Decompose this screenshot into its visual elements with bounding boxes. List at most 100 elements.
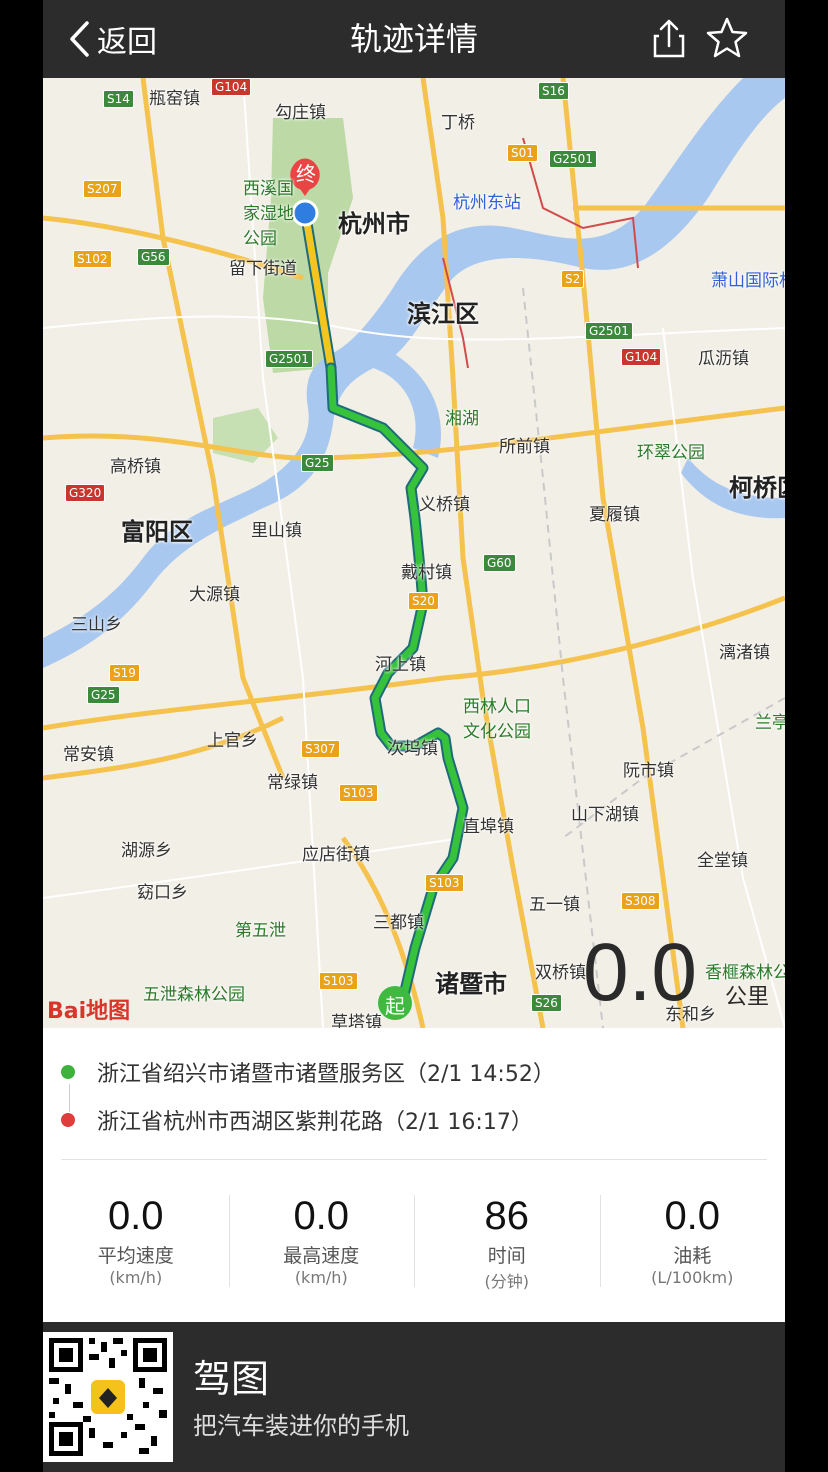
app-name: 驾图 bbox=[193, 1357, 270, 1401]
map-label-kehao: 柯桥区 bbox=[729, 474, 785, 502]
end-dot-icon bbox=[61, 1113, 75, 1127]
map-label-gouzhuang: 勾庄镇 bbox=[275, 103, 326, 123]
stat-unit: (分钟) bbox=[484, 1272, 530, 1291]
map-label-shanxiahu: 山下湖镇 bbox=[571, 805, 639, 825]
star-icon[interactable] bbox=[705, 16, 749, 60]
distance-readout: 0.0 公里 bbox=[583, 927, 769, 1018]
map-label-changan: 常安镇 bbox=[63, 745, 114, 765]
map-label-yiqiao: 义桥镇 bbox=[419, 495, 470, 515]
road-shield: S20 bbox=[408, 592, 439, 610]
map-label-caota: 草塔镇 bbox=[331, 1013, 382, 1028]
road-shield: G25 bbox=[87, 686, 120, 704]
map-label-fuyang: 富阳区 bbox=[121, 518, 193, 546]
map-label-east-station: 杭州东站 bbox=[453, 193, 521, 213]
map-label-binjiang: 滨江区 bbox=[407, 300, 479, 328]
promo-footer: 驾图 把汽车装进你的手机 bbox=[43, 1322, 785, 1472]
map-label-yingdian: 应店街镇 bbox=[302, 845, 370, 865]
stat-unit: (km/h) bbox=[109, 1268, 163, 1287]
map-label-dingqiao: 丁桥 bbox=[441, 113, 475, 133]
end-location: 浙江省杭州市西湖区紫荆花路 （2/1 16:17） bbox=[61, 1104, 533, 1136]
stat-max-speed: 0.0 最高速度 (km/h) bbox=[228, 1193, 415, 1293]
stat-unit: (L/100km) bbox=[651, 1268, 734, 1287]
road-shield: S103 bbox=[339, 784, 378, 802]
map-label-huyuan: 湖源乡 bbox=[121, 841, 172, 861]
stat-label: 平均速度 bbox=[97, 1245, 174, 1267]
map-label-ruanshi: 阮市镇 bbox=[623, 761, 674, 781]
road-shield: S207 bbox=[83, 180, 122, 198]
trip-stats: 0.0 平均速度 (km/h) 0.0 最高速度 (km/h) 86 时间 (分… bbox=[43, 1193, 785, 1293]
map-label-dayuan: 大源镇 bbox=[189, 585, 240, 605]
start-marker: 起 bbox=[385, 994, 405, 1018]
road-shield: S307 bbox=[301, 740, 340, 758]
map-label-xiaoshan: 萧山国际机场 bbox=[711, 271, 785, 291]
stat-value: 0.0 bbox=[293, 1194, 350, 1238]
route-map[interactable]: 终 起 杭州市 滨江区 富阳区 诸暨市 柯桥区 瓶窑镇 勾庄镇 丁桥 西溪国家湿… bbox=[43, 78, 785, 1028]
road-shield: S14 bbox=[103, 90, 134, 108]
share-icon[interactable] bbox=[647, 16, 691, 60]
road-shield: S16 bbox=[538, 82, 569, 100]
start-dot-icon bbox=[61, 1065, 75, 1079]
qr-code-icon bbox=[43, 1332, 173, 1462]
road-shield: G2501 bbox=[549, 150, 597, 168]
app-slogan: 把汽车装进你的手机 bbox=[193, 1412, 409, 1440]
road-shield: S01 bbox=[507, 144, 538, 162]
road-shield: S103 bbox=[425, 874, 464, 892]
app-frame: 返回 轨迹详情 终 起 杭州市 滨江区 富阳区 诸暨市 柯桥 瓶窑镇 勾庄镇 丁… bbox=[43, 0, 785, 1472]
start-time: （2/1 14:52） bbox=[405, 1062, 555, 1087]
stat-label: 最高速度 bbox=[283, 1245, 360, 1267]
map-label-xianghu: 湘湖 bbox=[445, 409, 479, 429]
end-place: 浙江省杭州市西湖区紫荆花路 bbox=[97, 1110, 384, 1135]
map-label-shuangqiao: 双桥镇 bbox=[535, 963, 586, 983]
baidu-map-logo: Bai地图 bbox=[47, 999, 131, 1024]
road-shield: S19 bbox=[109, 664, 140, 682]
road-shield: S2 bbox=[561, 270, 585, 288]
map-label-lanting: 兰亭镇 bbox=[755, 713, 785, 733]
distance-unit: 公里 bbox=[725, 985, 770, 1010]
map-label-sandu: 三都镇 bbox=[373, 913, 424, 933]
road-shield: S26 bbox=[531, 994, 562, 1012]
stat-unit: (km/h) bbox=[294, 1268, 348, 1287]
map-label-changlv: 常绿镇 bbox=[267, 773, 318, 793]
road-shield: G56 bbox=[137, 248, 170, 266]
road-shield: G104 bbox=[621, 348, 662, 366]
map-label-gaoqiao: 高桥镇 bbox=[110, 457, 161, 477]
divider bbox=[61, 1159, 767, 1160]
map-label-shangguan: 上官乡 bbox=[207, 731, 258, 751]
map-label-quankang: 全堂镇 bbox=[697, 851, 748, 871]
map-label-xialv: 夏履镇 bbox=[589, 505, 640, 525]
map-label-lishan: 里山镇 bbox=[251, 521, 302, 541]
map-label-wuyi: 五一镇 bbox=[529, 895, 580, 915]
distance-value: 0.0 bbox=[583, 927, 697, 1018]
map-label-zhibu: 直埠镇 bbox=[463, 817, 514, 837]
road-shield: G2501 bbox=[265, 350, 313, 368]
stat-label: 油耗 bbox=[673, 1245, 712, 1267]
start-location: 浙江省绍兴市诸暨市诸暨服务区 （2/1 14:52） bbox=[61, 1056, 555, 1088]
nav-bar: 返回 轨迹详情 bbox=[43, 0, 785, 78]
map-label-pinguzhen: 瓶窑镇 bbox=[149, 89, 200, 109]
road-shield: G320 bbox=[65, 484, 106, 502]
map-label-huancui: 环翠公园 bbox=[637, 443, 705, 463]
map-label-liuxia: 留下街道 bbox=[229, 259, 297, 279]
map-label-suoqian: 所前镇 bbox=[499, 437, 550, 457]
map-label-xilin: 西林人口文化公园 bbox=[463, 697, 531, 742]
map-label-hangzhou: 杭州市 bbox=[338, 210, 410, 238]
stat-value: 0.0 bbox=[664, 1194, 721, 1238]
road-shield: S308 bbox=[621, 892, 660, 910]
map-label-xixi: 西溪国家湿地公园 bbox=[243, 179, 294, 249]
map-label-daibu: 戴村镇 bbox=[401, 563, 452, 583]
stat-value: 0.0 bbox=[107, 1194, 164, 1238]
stat-avg-speed: 0.0 平均速度 (km/h) bbox=[43, 1193, 229, 1293]
stat-fuel: 0.0 油耗 (L/100km) bbox=[599, 1193, 786, 1293]
road-shield: G104 bbox=[211, 78, 252, 96]
end-time: （2/1 16:17） bbox=[383, 1110, 533, 1135]
road-shield: S102 bbox=[73, 250, 112, 268]
road-shield: G60 bbox=[483, 554, 516, 572]
road-shield: S103 bbox=[319, 972, 358, 990]
trip-info-panel: 浙江省绍兴市诸暨市诸暨服务区 （2/1 14:52） 浙江省杭州市西湖区紫荆花路… bbox=[43, 1028, 785, 1322]
stat-label: 时间 bbox=[487, 1245, 526, 1267]
start-place: 浙江省绍兴市诸暨市诸暨服务区 bbox=[97, 1062, 406, 1087]
map-label-diwuxie: 第五泄 bbox=[235, 921, 286, 941]
road-shield: G2501 bbox=[585, 322, 633, 340]
map-label-heshang: 河上镇 bbox=[375, 655, 426, 675]
map-label-guali: 瓜沥镇 bbox=[698, 349, 749, 369]
